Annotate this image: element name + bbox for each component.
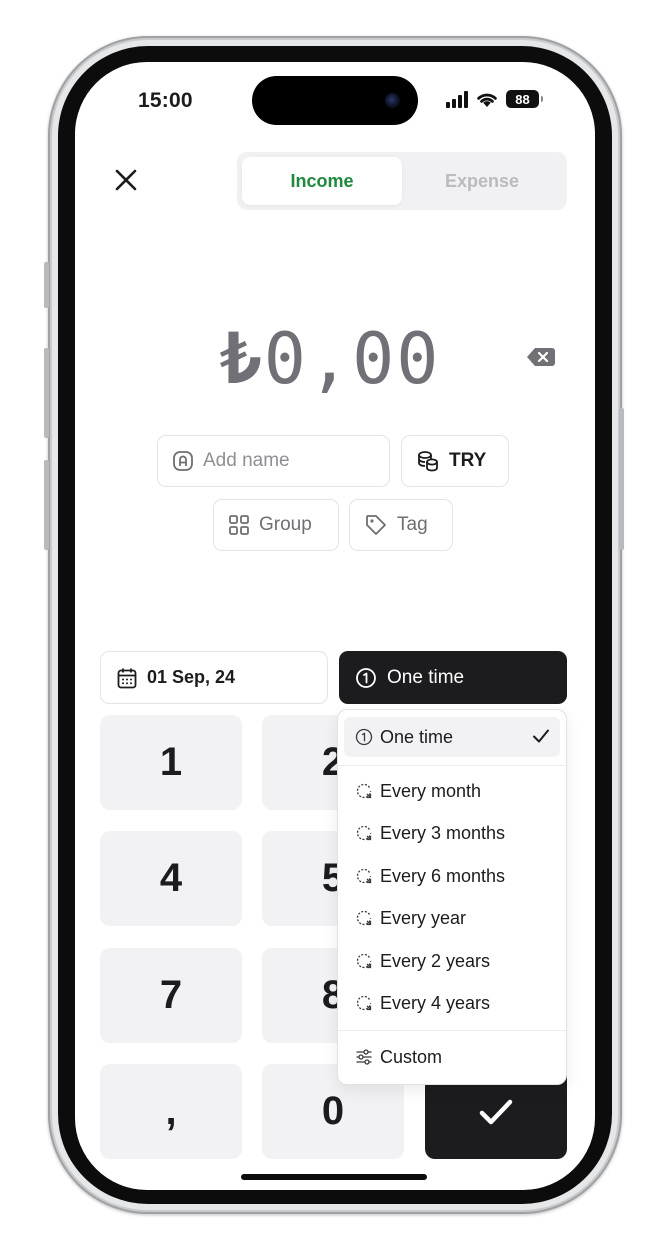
option-one-time[interactable]: One time (344, 717, 560, 757)
name-input[interactable]: Add name (157, 435, 390, 487)
tag-label: Tag (397, 514, 428, 535)
tab-income[interactable]: Income (242, 157, 402, 205)
option-label: Every 3 months (380, 822, 506, 843)
power-button (619, 408, 624, 550)
dynamic-island (252, 76, 418, 125)
option-label: Every year (380, 907, 467, 928)
check-icon (533, 729, 549, 743)
option-every-3-months[interactable]: Every 3 months (344, 813, 560, 853)
option-every-year[interactable]: Every year (344, 898, 560, 938)
option-every-month[interactable]: Every month (344, 771, 560, 811)
name-field-icon (173, 451, 193, 471)
backspace-icon (527, 348, 555, 366)
option-every-4-years[interactable]: Every 4 years (344, 983, 560, 1023)
date-picker-button[interactable]: 01 Sep, 24 (100, 651, 328, 704)
option-custom[interactable]: Custom (344, 1037, 560, 1077)
option-label: Every 6 months (380, 865, 506, 886)
status-time: 15:00 (138, 89, 193, 112)
amount-integer: 0 (263, 318, 308, 400)
status-icons: 88 (446, 90, 543, 108)
checkmark-icon (479, 1099, 513, 1124)
tag-button[interactable]: Tag (349, 499, 453, 551)
action-button (44, 262, 49, 308)
currency-button[interactable]: TRY (401, 435, 509, 487)
option-label: Every month (380, 780, 482, 801)
one-time-icon (356, 667, 376, 688)
date-label: 01 Sep, 24 (147, 667, 236, 687)
wifi-icon (477, 93, 497, 107)
battery-level: 88 (515, 91, 530, 107)
group-label: Group (259, 514, 312, 535)
key-7[interactable]: 7 (100, 948, 242, 1043)
close-icon (115, 169, 137, 191)
cellular-signal-icon (446, 90, 468, 108)
repeat-icon (356, 825, 372, 841)
calendar-icon (117, 668, 137, 688)
dropdown-divider (338, 765, 566, 766)
currency-label: TRY (449, 450, 487, 471)
option-label: Every 2 years (380, 950, 491, 971)
recurrence-dropdown: One time Every month Every 3 months Ever… (337, 709, 567, 1085)
name-placeholder: Add name (203, 450, 290, 471)
tab-expense[interactable]: Expense (402, 157, 562, 205)
option-every-2-years[interactable]: Every 2 years (344, 941, 560, 981)
backspace-button[interactable] (526, 346, 556, 368)
recurrence-button[interactable]: One time (339, 651, 567, 704)
amount-decimals: ,00 (307, 318, 441, 400)
one-time-icon (355, 728, 373, 746)
grid-icon (229, 515, 249, 535)
sliders-icon (356, 1049, 372, 1065)
repeat-icon (356, 783, 372, 799)
tag-icon (366, 515, 386, 535)
repeat-icon (356, 953, 372, 969)
type-segmented-control: Income Expense (237, 152, 567, 210)
option-label: Custom (380, 1046, 443, 1067)
key-comma[interactable]: , (100, 1064, 242, 1159)
repeat-icon (356, 910, 372, 926)
camera-icon (385, 93, 400, 108)
option-label: Every 4 years (380, 992, 491, 1013)
battery-indicator: 88 (506, 90, 543, 108)
recurrence-label: One time (387, 666, 465, 688)
option-every-6-months[interactable]: Every 6 months (344, 856, 560, 896)
volume-down-button (44, 460, 49, 550)
amount-display: ₺0,00 (150, 318, 510, 400)
option-label: One time (380, 726, 454, 747)
key-1[interactable]: 1 (100, 715, 242, 810)
volume-up-button (44, 348, 49, 438)
home-indicator[interactable] (241, 1174, 427, 1180)
repeat-icon (356, 868, 372, 884)
dropdown-divider (338, 1030, 566, 1031)
close-button[interactable] (111, 165, 141, 195)
group-button[interactable]: Group (213, 499, 339, 551)
coins-icon (418, 451, 438, 472)
key-4[interactable]: 4 (100, 831, 242, 926)
repeat-icon (356, 995, 372, 1011)
currency-symbol: ₺ (219, 318, 264, 400)
